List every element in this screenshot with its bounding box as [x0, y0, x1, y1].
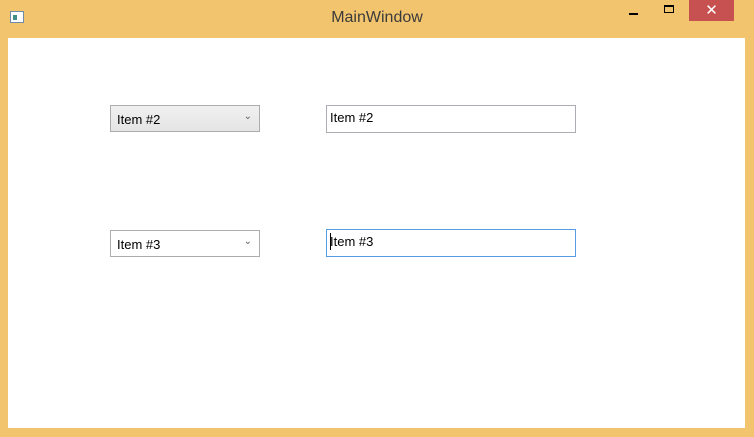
close-icon: ✕ — [705, 2, 718, 19]
text-box-2[interactable]: Item #3 — [326, 229, 576, 257]
main-window: MainWindow ✕ Item #2 ⌄ Item #2 Item #3 ⌄… — [0, 0, 754, 437]
window-content: Item #2 ⌄ Item #2 Item #3 ⌄ Item #3 — [8, 38, 745, 428]
combo-box-2[interactable]: Item #3 ⌄ — [110, 230, 260, 257]
title-bar[interactable]: MainWindow ✕ — [0, 0, 754, 38]
chevron-down-icon: ⌄ — [243, 111, 252, 122]
chevron-down-icon: ⌄ — [243, 236, 252, 247]
combo-box-1-selected-value: Item #2 — [117, 112, 161, 127]
minimize-button[interactable] — [620, 0, 647, 20]
combo-box-2-selected-value: Item #3 — [117, 237, 161, 252]
text-box-1-value: Item #2 — [330, 110, 374, 125]
text-box-1[interactable]: Item #2 — [326, 105, 576, 133]
text-box-2-value: Item #3 — [330, 234, 374, 249]
combo-box-1[interactable]: Item #2 ⌄ — [110, 105, 260, 132]
close-button[interactable]: ✕ — [689, 0, 734, 21]
maximize-button[interactable] — [655, 0, 682, 20]
